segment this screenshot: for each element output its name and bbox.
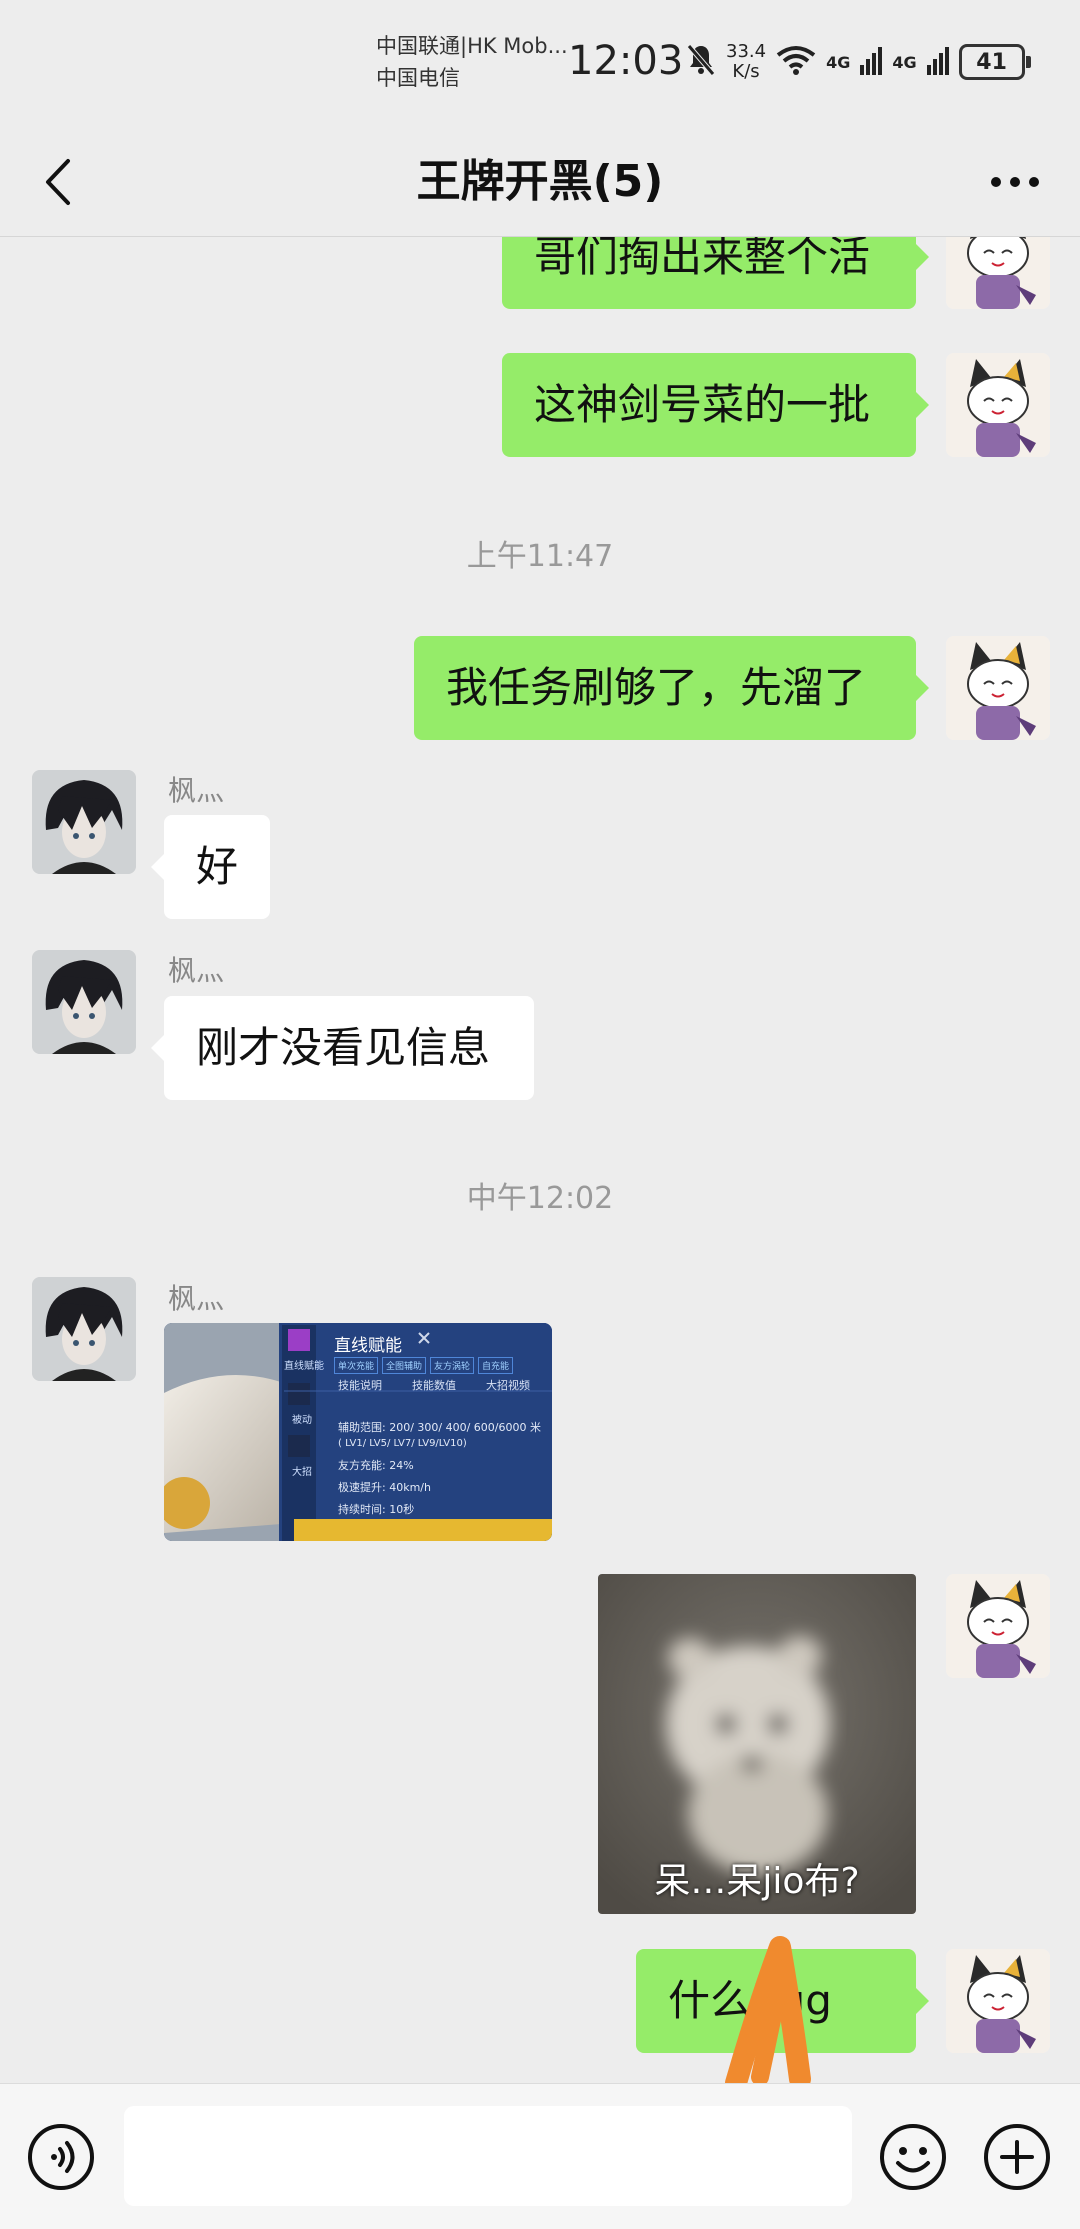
carrier-info: 中国联通|HK Mob... 中国电信 — [376, 30, 568, 94]
my-avatar[interactable] — [946, 237, 1050, 309]
chevron-left-icon — [46, 159, 70, 205]
game-side-label-3: 大招 — [292, 1467, 312, 1478]
my-avatar[interactable] — [946, 1949, 1050, 2053]
chat-messages[interactable]: 哥们掏出来整个活 这神剑号菜的一批 上午11:47 我任务刷够了，先溜了 枫灬 … — [0, 237, 1080, 2083]
game-card-tabs: 技能说明 技能数值 大招视频 — [338, 1377, 530, 1393]
signal-label-1: 4G — [826, 52, 851, 72]
plus-icon — [984, 2124, 1050, 2190]
my-avatar[interactable] — [946, 353, 1050, 457]
game-tag: 单次充能 — [334, 1357, 379, 1374]
message-text: 刚才没看见信息 — [196, 1023, 491, 1072]
net-speed-unit: K/s — [732, 61, 760, 82]
game-side-label-1: 直线赋能 — [284, 1361, 324, 1372]
game-tag: 全图辅助 — [382, 1357, 427, 1374]
more-options-button[interactable] — [980, 152, 1050, 212]
sticker-image[interactable]: 呆…呆jio布? — [598, 1574, 916, 1914]
message-bubble-incoming[interactable]: 刚才没看见信息 — [151, 996, 534, 1100]
game-card-tags: 单次充能 全图辅助 友方涡轮 自充能 — [334, 1357, 514, 1374]
input-bar — [0, 2083, 1080, 2229]
my-avatar[interactable] — [946, 636, 1050, 740]
game-stat-row: 持续时间: 10秒 — [338, 1503, 415, 1516]
signal-bars-icon — [860, 45, 883, 79]
message-text: 这神剑号菜的一批 — [534, 380, 871, 429]
game-tab: 技能说明 — [338, 1379, 382, 1392]
game-tag: 自充能 — [478, 1357, 514, 1374]
sender-name: 枫灬 — [168, 954, 225, 987]
game-card-stats: 辅助范围: 200/ 300/ 400/ 600/6000 米 ( LV1/ L… — [338, 1417, 541, 1521]
message-bubble-outgoing[interactable]: 这神剑号菜的一批 — [502, 353, 929, 457]
message-bubble-incoming[interactable]: 好 — [151, 815, 270, 919]
sender-avatar[interactable] — [32, 950, 136, 1054]
mute-icon — [686, 43, 716, 81]
message-bubble-outgoing[interactable]: 我任务刷够了，先溜了 — [414, 636, 929, 740]
message-input[interactable] — [124, 2106, 852, 2206]
status-icons: 33.4 K/s 4G 4G 41 — [686, 40, 1031, 84]
game-card-title: 直线赋能 — [334, 1336, 402, 1356]
message-text: 我任务刷够了，先溜了 — [446, 663, 867, 712]
more-dots-icon — [991, 177, 1039, 187]
message-bubble-outgoing[interactable]: 哥们掏出来整个活 — [502, 237, 929, 309]
sender-name: 枫灬 — [168, 774, 225, 807]
sender-avatar[interactable] — [32, 1277, 136, 1381]
game-tag: 友方涡轮 — [430, 1357, 475, 1374]
chat-title: 王牌开黑(5) — [416, 156, 664, 207]
carrier-2: 中国电信 — [376, 66, 460, 90]
signal-label-2: 4G — [892, 52, 917, 72]
more-functions-button[interactable] — [982, 2122, 1052, 2192]
signal-bars-icon-2 — [926, 45, 949, 79]
carrier-1: 中国联通|HK Mob... — [376, 34, 568, 58]
game-tab: 大招视频 — [486, 1379, 530, 1392]
status-bar: 中国联通|HK Mob... 中国电信 12:03 33.4 K/s 4G 4G… — [0, 0, 1080, 128]
message-text: 好 — [196, 842, 239, 891]
timestamp: 中午12:02 — [466, 1181, 614, 1216]
voice-icon — [28, 2124, 94, 2190]
scribble-annotation — [725, 1936, 811, 2083]
emoji-icon — [880, 2124, 946, 2190]
chat-header: 王牌开黑(5) — [0, 128, 1080, 237]
wifi-icon — [776, 45, 816, 79]
status-time: 12:03 — [568, 38, 684, 84]
game-side-label-2: 被动 — [292, 1415, 312, 1426]
shared-image-game-screenshot[interactable]: 直线赋能 被动 大招 直线赋能 单次充能 全图辅助 友方涡轮 自充能 技能说明 … — [164, 1323, 552, 1541]
my-avatar[interactable] — [946, 1574, 1050, 1678]
net-speed: 33.4 K/s — [726, 42, 766, 82]
message-text: 哥们掏出来整个活 — [534, 237, 871, 281]
net-speed-value: 33.4 — [726, 41, 767, 62]
voice-input-button[interactable] — [26, 2122, 96, 2192]
sender-name: 枫灬 — [168, 1282, 225, 1315]
game-tab: 技能数值 — [412, 1379, 456, 1392]
battery-indicator: 41 — [958, 44, 1031, 80]
timestamp: 上午11:47 — [466, 539, 614, 574]
sticker-caption: 呆…呆jio布? — [654, 1861, 860, 1902]
game-stat-row: 友方充能: 24% — [338, 1459, 414, 1472]
sender-avatar[interactable] — [32, 770, 136, 874]
game-stat-row: 极速提升: 40km/h — [338, 1481, 431, 1494]
back-button[interactable] — [30, 152, 84, 212]
emoji-button[interactable] — [878, 2122, 948, 2192]
